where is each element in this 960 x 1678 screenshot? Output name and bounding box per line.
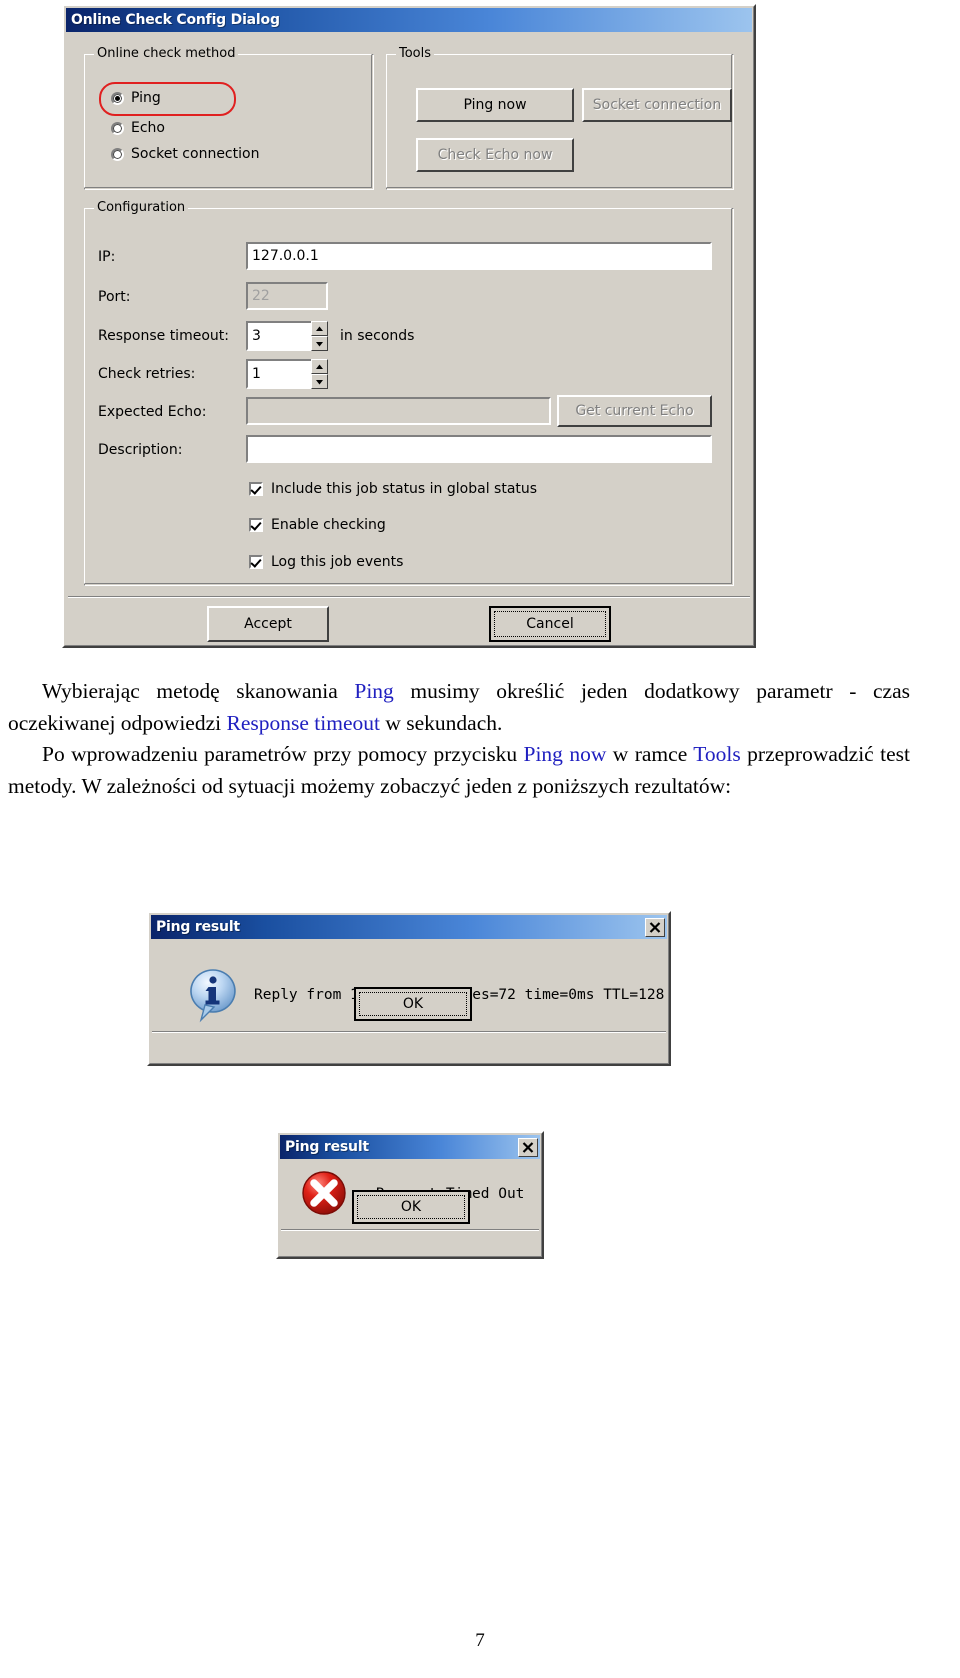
ping-success-ok-button[interactable]: OK [354,987,472,1021]
radio-socket-connection[interactable]: Socket connection [111,146,259,162]
error-icon [300,1169,348,1217]
p2-seg2: w ramce [606,742,694,767]
checkbox-enable-checking[interactable]: Enable checking [249,517,386,533]
ip-input[interactable]: 127.0.0.1 [246,242,712,270]
checkbox-log-job-events-label: Log this job events [271,554,404,570]
check-retries-label: Check retries: [98,366,196,382]
port-input[interactable]: 22 [246,282,328,310]
check-retries-stepper[interactable]: 1 [246,359,328,389]
p1-seg3: w sekundach. [379,710,503,735]
response-timeout-value-box[interactable]: 3 [246,321,311,351]
close-icon[interactable] [518,1137,538,1157]
get-current-echo-button-label: Get current Echo [575,403,694,419]
online-check-config-dialog: Online Check Config Dialog Online check … [62,4,756,648]
tools-label: Tools [396,46,435,61]
ping-timeout-title: Ping result [285,1139,369,1155]
accept-button[interactable]: Accept [207,606,329,642]
accept-button-label: Accept [244,616,292,632]
response-timeout-label: Response timeout: [98,328,229,344]
p1-keyword-ping: Ping [354,679,394,703]
checkbox-include-job-status-label: Include this job status in global status [271,481,538,497]
paragraph-1: Wybierając metodę skanowania Ping musimy… [8,676,910,739]
get-current-echo-button[interactable]: Get current Echo [557,395,712,427]
body-text-block: Wybierając metodę skanowania Ping musimy… [8,676,910,802]
socket-connection-button[interactable]: Socket connection [582,88,732,122]
cancel-button[interactable]: Cancel [489,606,611,642]
ping-success-titlebar[interactable]: Ping result [151,915,667,939]
check-echo-now-button[interactable]: Check Echo now [416,138,574,172]
check-retries-down-arrow-icon[interactable] [311,374,328,389]
expected-echo-input[interactable] [246,397,551,425]
ping-now-button[interactable]: Ping now [416,88,574,122]
ping-success-title: Ping result [156,919,240,935]
online-check-method-label: Online check method [94,46,239,61]
ping-timeout-ok-button[interactable]: OK [352,1190,470,1224]
ping-success-ok-label: OK [359,992,467,1016]
checkbox-enable-checking-label: Enable checking [271,517,386,533]
radio-ping-mark[interactable] [111,91,124,105]
response-timeout-arrows [311,321,328,351]
check-retries-value: 1 [252,366,261,382]
ip-label: IP: [98,249,116,265]
checkbox-include-job-status-box[interactable] [249,482,263,496]
port-label: Port: [98,289,131,305]
ping-result-success-dialog: Ping result Reply from 127.0.0.1: bytes=… [147,911,671,1066]
expected-echo-label: Expected Echo: [98,404,207,420]
response-timeout-value: 3 [252,328,261,344]
description-label: Description: [98,442,183,458]
socket-connection-button-label: Socket connection [592,97,722,113]
timeout-footer-separator [281,1229,539,1231]
page-number: 7 [475,1630,485,1651]
radio-echo-label: Echo [131,120,165,136]
radio-ping[interactable]: Ping [111,90,161,106]
response-timeout-down-arrow-icon[interactable] [311,336,328,351]
close-icon[interactable] [645,917,665,937]
check-echo-now-button-label: Check Echo now [437,147,553,163]
ping-result-timeout-dialog: Ping result Request Timed Out OK [276,1131,544,1259]
radio-ping-label: Ping [131,90,161,106]
ip-input-value: 127.0.0.1 [252,248,319,264]
check-retries-up-arrow-icon[interactable] [311,359,328,374]
ping-now-button-label: Ping now [463,97,527,113]
p2-seg1: Po wprowadzeniu parametrów przy pomocy p… [42,742,524,767]
checkbox-include-job-status[interactable]: Include this job status in global status [249,481,537,497]
config-dialog-title: Online Check Config Dialog [71,12,280,28]
check-retries-arrows [311,359,328,389]
radio-socket-connection-label: Socket connection [131,146,260,162]
in-seconds-suffix: in seconds [340,328,415,344]
config-dialog-titlebar[interactable]: Online Check Config Dialog [66,8,752,32]
response-timeout-stepper[interactable]: 3 [246,321,328,351]
check-retries-value-box[interactable]: 1 [246,359,311,389]
p1-seg1: Wybierając metodę skanowania [42,679,355,703]
footer-separator [68,596,750,598]
p2-keyword-ping-now: Ping now [523,742,607,767]
p1-keyword-response-timeout: Response timeout [226,710,380,735]
ping-timeout-titlebar[interactable]: Ping result [280,1135,540,1159]
paragraph-2: Po wprowadzeniu parametrów przy pomocy p… [8,739,910,802]
ping-timeout-ok-label: OK [357,1195,465,1219]
configuration-label: Configuration [94,200,189,215]
radio-echo[interactable]: Echo [111,120,165,136]
description-input[interactable] [246,435,712,463]
radio-echo-mark[interactable] [111,121,124,135]
info-icon [187,967,239,1023]
checkbox-enable-checking-box[interactable] [249,518,263,532]
checkbox-log-job-events-box[interactable] [249,555,263,569]
checkbox-log-job-events[interactable]: Log this job events [249,554,403,570]
success-footer-separator [152,1031,666,1033]
port-input-value: 22 [252,288,270,304]
p2-keyword-tools: Tools [693,742,741,767]
response-timeout-up-arrow-icon[interactable] [311,321,328,336]
cancel-button-label: Cancel [494,611,606,637]
radio-socket-connection-mark[interactable] [111,147,124,161]
